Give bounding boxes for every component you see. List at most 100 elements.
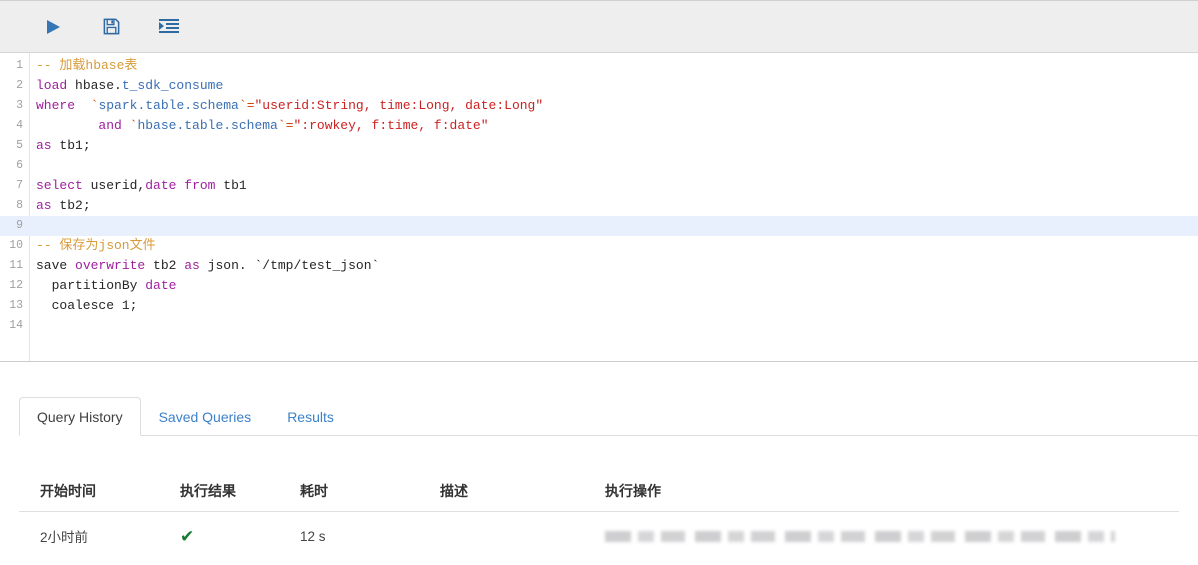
code-token: = — [285, 118, 294, 133]
format-indent-icon — [159, 18, 179, 36]
cell-operation[interactable] — [605, 512, 1179, 561]
code-token: ` — [277, 118, 286, 133]
code-line[interactable]: 10 -- 保存为json文件 — [0, 236, 1198, 256]
header-operation: 执行操作 — [605, 481, 1179, 512]
code-line[interactable]: 9 — [0, 216, 1198, 236]
code-line-text[interactable]: load hbase.t_sdk_consume — [29, 76, 1198, 96]
table-row[interactable]: 2小时前 ✔ 12 s — [19, 512, 1179, 561]
code-token: hbase. — [67, 78, 122, 93]
code-token: userid, — [82, 178, 146, 193]
line-number: 7 — [16, 179, 23, 192]
code-token: as — [36, 198, 52, 213]
code-line[interactable]: 5 as tb1; — [0, 136, 1198, 156]
code-token: json. — [199, 258, 247, 273]
code-line-text[interactable]: and `hbase.table.schema`=":rowkey, f:tim… — [29, 116, 1198, 136]
code-token: where — [36, 98, 76, 113]
code-token: tb1 — [215, 178, 247, 193]
code-line[interactable]: 4 and `hbase.table.schema`=":rowkey, f:t… — [0, 116, 1198, 136]
line-number: 8 — [16, 199, 23, 212]
code-token: as — [184, 258, 200, 273]
header-result: 执行结果 — [180, 481, 300, 512]
line-number: 9 — [16, 219, 23, 232]
code-token: t_sdk_consume — [121, 78, 224, 93]
code-token: spark.table.schema — [98, 98, 239, 113]
code-token: ":rowkey, f:time, f:date" — [293, 118, 489, 133]
code-token: and — [36, 118, 130, 133]
code-token: "userid:String, time:Long, date:Long" — [254, 98, 544, 113]
code-token: from — [184, 178, 216, 193]
code-token: tb2; — [51, 198, 91, 213]
cell-duration: 12 s — [300, 528, 326, 544]
table-header-row: 开始时间 执行结果 耗时 描述 执行操作 — [19, 481, 1179, 512]
code-line-text[interactable]: -- 加载hbase表 — [29, 56, 1198, 76]
code-lines[interactable]: 1 -- 加载hbase表 2 load hbase.t_sdk_consume 3 wh… — [0, 53, 1198, 336]
cell-description — [440, 512, 605, 561]
code-line-text[interactable]: where `spark.table.schema`="userid:Strin… — [29, 96, 1198, 116]
line-number: 14 — [9, 319, 23, 332]
panel-tabs: Query History Saved Queries Results — [19, 397, 1198, 436]
code-line-text[interactable]: save overwrite tb2 as json. `/tmp/test_j… — [29, 256, 1198, 276]
code-token: ` — [238, 98, 247, 113]
save-query-button[interactable] — [94, 10, 128, 44]
code-line[interactable]: 1 -- 加载hbase表 — [0, 56, 1198, 76]
code-line-text[interactable]: partitionBy date — [29, 276, 1198, 296]
line-number: 4 — [16, 119, 23, 132]
line-number: 12 — [9, 279, 23, 292]
header-duration: 耗时 — [300, 481, 440, 512]
tab-saved-queries[interactable]: Saved Queries — [141, 397, 270, 436]
code-token: -- 保存为json文件 — [36, 238, 156, 253]
code-line[interactable]: 11 save overwrite tb2 as json. `/tmp/test… — [0, 256, 1198, 276]
code-line[interactable]: 14 — [0, 316, 1198, 336]
header-start-time: 开始时间 — [19, 481, 180, 512]
code-line-text[interactable] — [29, 156, 1198, 176]
sql-code-editor[interactable]: 1 -- 加载hbase表 2 load hbase.t_sdk_consume 3 wh… — [0, 53, 1198, 362]
code-token: tb1; — [51, 138, 91, 153]
tab-query-history[interactable]: Query History — [19, 397, 141, 436]
redacted-operation-text — [605, 530, 1115, 542]
code-token: select — [36, 178, 83, 193]
query-history-table: 开始时间 执行结果 耗时 描述 执行操作 2小时前 ✔ 12 s — [19, 481, 1179, 560]
play-icon — [43, 17, 63, 37]
code-token: overwrite — [75, 258, 146, 273]
line-number: 10 — [9, 239, 23, 252]
cell-result: ✔ — [180, 512, 300, 561]
code-line-text[interactable]: -- 保存为json文件 — [29, 236, 1198, 256]
header-description: 描述 — [440, 481, 605, 512]
code-line[interactable]: 6 — [0, 156, 1198, 176]
line-number: 13 — [9, 299, 23, 312]
code-line-text[interactable] — [29, 216, 1198, 236]
line-number: 5 — [16, 139, 23, 152]
code-line-text[interactable]: coalesce 1; — [29, 296, 1198, 316]
cell-start-time: 2小时前 — [40, 530, 89, 545]
code-line-text[interactable]: select userid,date from tb1 — [29, 176, 1198, 196]
code-line-text[interactable]: as tb2; — [29, 196, 1198, 216]
code-token: = — [246, 98, 255, 113]
save-icon — [102, 17, 121, 36]
format-query-button[interactable] — [152, 10, 186, 44]
code-token: as — [36, 138, 52, 153]
line-number: 11 — [9, 259, 23, 272]
code-token: coalesce 1; — [36, 298, 138, 313]
tab-results[interactable]: Results — [269, 397, 352, 436]
code-line[interactable]: 2 load hbase.t_sdk_consume — [0, 76, 1198, 96]
code-line[interactable]: 3 where `spark.table.schema`="userid:Stri… — [0, 96, 1198, 116]
code-line-text[interactable] — [29, 316, 1198, 336]
code-token: load — [36, 78, 68, 93]
code-token: tb2 — [145, 258, 185, 273]
code-token: save — [36, 258, 76, 273]
code-token: -- 加载hbase表 — [36, 58, 138, 73]
code-line[interactable]: 12 partitionBy date — [0, 276, 1198, 296]
code-line[interactable]: 7 select userid,date from tb1 — [0, 176, 1198, 196]
code-line[interactable]: 13 coalesce 1; — [0, 296, 1198, 316]
line-number: 6 — [16, 159, 23, 172]
code-token: hbase.table.schema — [137, 118, 278, 133]
code-token: date — [145, 178, 177, 193]
code-token: `/tmp/test_json` — [246, 258, 380, 273]
code-line-text[interactable]: as tb1; — [29, 136, 1198, 156]
line-number: 2 — [16, 79, 23, 92]
code-line[interactable]: 8 as tb2; — [0, 196, 1198, 216]
line-number: 1 — [16, 59, 23, 72]
line-number: 3 — [16, 99, 23, 112]
run-query-button[interactable] — [36, 10, 70, 44]
